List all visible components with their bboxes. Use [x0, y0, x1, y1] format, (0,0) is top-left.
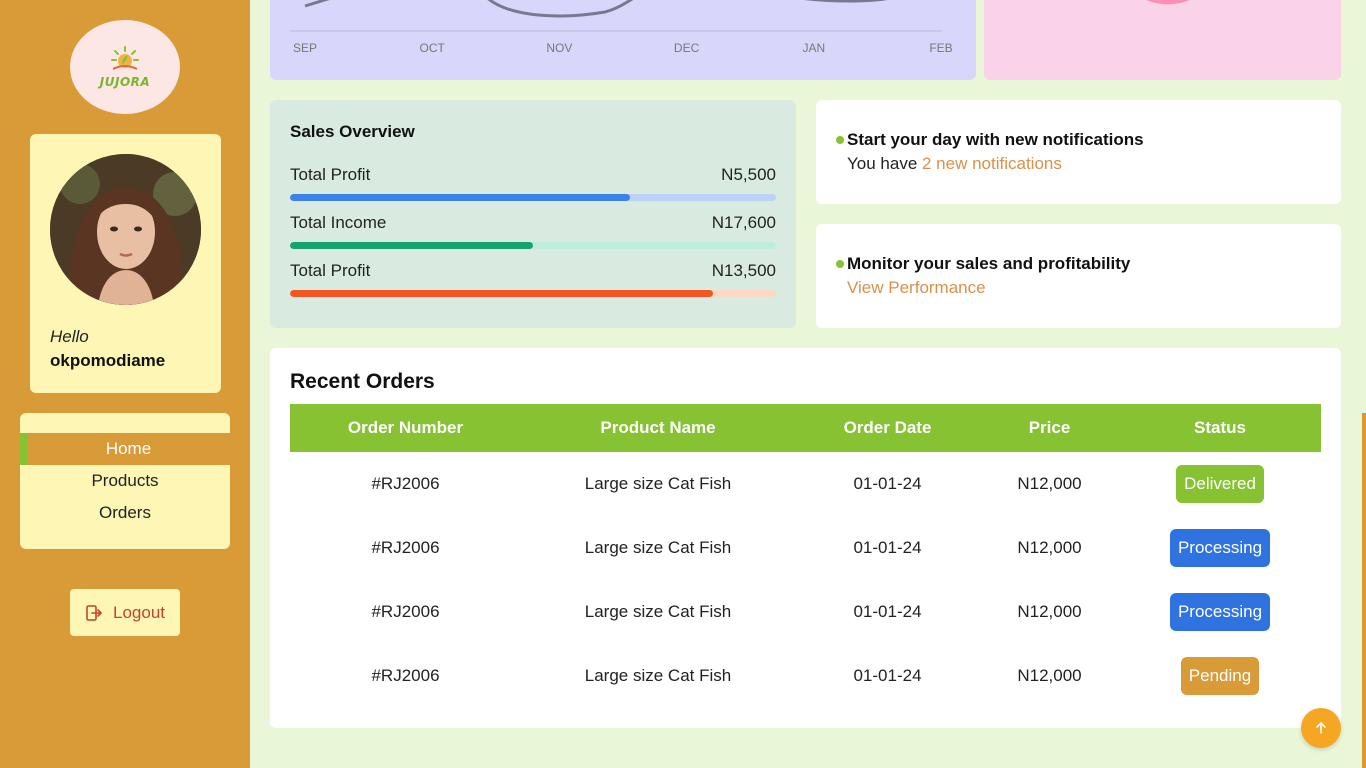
column-header[interactable]: Product Name: [521, 404, 795, 452]
sidebar-nav: Home Products Orders: [20, 413, 230, 549]
metric-total-profit: Total Profit N5,500: [290, 165, 776, 201]
sidebar-item-products[interactable]: Products: [20, 465, 230, 497]
progress-fill: [290, 242, 533, 249]
order-number: #RJ2006: [371, 602, 440, 621]
table-row[interactable]: #RJ2006 Large size Cat Fish 01-01-24 N12…: [290, 516, 1321, 580]
progress-bar: [290, 290, 776, 297]
table-row[interactable]: #RJ2006 Large size Cat Fish 01-01-24 N12…: [290, 644, 1321, 708]
order-number: #RJ2006: [371, 538, 440, 557]
order-date: 01-01-24: [853, 602, 922, 621]
status-badge[interactable]: Pending: [1180, 657, 1260, 695]
progress-bar: [290, 194, 776, 201]
metric-value: N5,500: [721, 165, 776, 184]
bullet-dot-icon: [836, 260, 844, 268]
metric-label: Total Profit: [290, 165, 371, 184]
performance-text: View Performance: [847, 278, 986, 298]
x-tick-label: DEC: [674, 41, 700, 55]
order-price: N12,000: [1017, 602, 1082, 621]
sidebar: JUJORA Hello okpomodiame Home Products O…: [0, 0, 250, 768]
recent-orders-title: Recent Orders: [290, 370, 435, 393]
column-header[interactable]: Price: [980, 404, 1119, 452]
sales-line-chart: SEP OCT NOV DEC JAN FEB: [270, 0, 976, 80]
username: okpomodiame: [50, 351, 166, 370]
recent-orders-card: Recent Orders Order Number Product Name …: [270, 348, 1341, 728]
x-tick-label: JAN: [802, 41, 825, 55]
greeting: Hello: [50, 327, 89, 346]
order-date: 01-01-24: [853, 538, 922, 557]
x-tick-label: FEB: [929, 41, 952, 55]
order-date: 01-01-24: [853, 474, 922, 493]
scroll-to-top-button[interactable]: [1301, 708, 1341, 748]
view-performance-link[interactable]: View Performance: [847, 278, 986, 297]
metric-value: N17,600: [711, 213, 776, 232]
order-number: #RJ2006: [371, 666, 440, 685]
pie-slice: [1146, 0, 1190, 5]
product-name: Large size Cat Fish: [584, 474, 732, 493]
progress-bar: [290, 242, 776, 249]
notifications-link[interactable]: 2 new notifications: [922, 154, 1062, 173]
brand-logo[interactable]: JUJORA: [70, 20, 180, 114]
notification-prefix: You have: [847, 154, 922, 173]
notification-text: You have 2 new notifications: [847, 154, 1062, 174]
status-badge[interactable]: Delivered: [1176, 465, 1264, 503]
column-header[interactable]: Order Number: [290, 404, 521, 452]
sidebar-item-orders[interactable]: Orders: [20, 497, 230, 529]
metric-value: N13,500: [711, 261, 776, 280]
chart-svg: SEP OCT NOV DEC JAN FEB: [290, 0, 953, 55]
notification-title: Start your day with new notifications: [847, 130, 1144, 149]
sales-overview-card: Sales Overview Total Profit N5,500 Total…: [270, 100, 796, 328]
progress-fill: [290, 290, 713, 297]
product-name: Large size Cat Fish: [584, 602, 732, 621]
sales-overview-title: Sales Overview: [290, 122, 415, 141]
pie-chart: [1146, 0, 1190, 5]
logout-label: Logout: [113, 602, 165, 622]
orders-table: Order Number Product Name Order Date Pri…: [290, 404, 1321, 708]
table-row[interactable]: #RJ2006 Large size Cat Fish 01-01-24 N12…: [290, 580, 1321, 644]
pie-chart-card: [984, 0, 1341, 80]
metric-total-profit-2: Total Profit N13,500: [290, 261, 776, 297]
x-tick-label: SEP: [293, 41, 317, 55]
product-name: Large size Cat Fish: [584, 538, 732, 557]
status-badge[interactable]: Processing: [1169, 529, 1271, 567]
page-scrollbar[interactable]: [1362, 413, 1366, 768]
table-header-row: Order Number Product Name Order Date Pri…: [290, 404, 1321, 452]
arrow-up-icon: [1316, 722, 1326, 734]
performance-card: Monitor your sales and profitability Vie…: [816, 224, 1341, 328]
brand-name: JUJORA: [99, 75, 151, 89]
progress-fill: [290, 194, 631, 201]
logout-button[interactable]: Logout: [70, 589, 180, 636]
order-number: #RJ2006: [371, 474, 440, 493]
x-tick-label: OCT: [420, 41, 446, 55]
x-tick-label: NOV: [546, 41, 572, 55]
notification-card: Start your day with new notifications Yo…: [816, 100, 1341, 204]
order-price: N12,000: [1017, 474, 1082, 493]
bullet-dot-icon: [836, 136, 844, 144]
status-badge[interactable]: Processing: [1169, 593, 1271, 631]
metric-total-income: Total Income N17,600: [290, 213, 776, 249]
metric-label: Total Income: [290, 213, 387, 232]
column-header[interactable]: Status: [1119, 404, 1321, 452]
performance-title: Monitor your sales and profitability: [847, 254, 1131, 273]
order-price: N12,000: [1017, 666, 1082, 685]
order-date: 01-01-24: [853, 666, 922, 685]
order-price: N12,000: [1017, 538, 1082, 557]
avatar: [50, 154, 201, 305]
table-row[interactable]: #RJ2006 Large size Cat Fish 01-01-24 N12…: [290, 452, 1321, 516]
metric-label: Total Profit: [290, 261, 371, 280]
sun-leaf-icon: [111, 46, 139, 70]
sidebar-item-home[interactable]: Home: [20, 433, 230, 465]
chart-series-line: [304, 0, 888, 18]
product-name: Large size Cat Fish: [584, 666, 732, 685]
profile-card: Hello okpomodiame: [30, 134, 221, 393]
column-header[interactable]: Order Date: [795, 404, 980, 452]
logout-icon: [86, 604, 102, 621]
